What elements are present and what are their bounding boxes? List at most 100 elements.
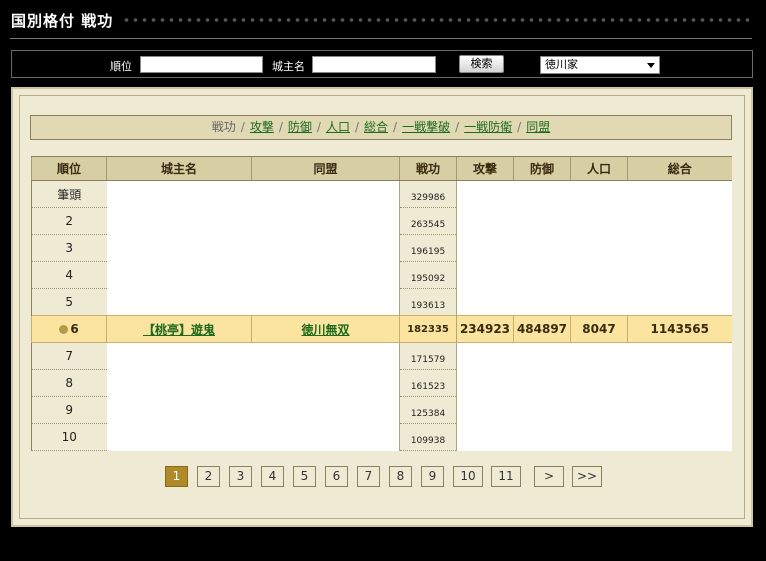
table-row: 2 263545 <box>31 207 732 235</box>
page-2-button[interactable]: 2 <box>197 466 220 487</box>
alliance-cell <box>251 369 400 397</box>
war-merit-cell: 109938 <box>399 423 457 451</box>
attack-cell <box>456 369 514 397</box>
defense-cell <box>513 234 571 262</box>
column-header-lord-name: 城主名 <box>106 156 252 181</box>
defense-cell <box>513 288 571 316</box>
attack-cell: 234923 <box>456 315 514 343</box>
category-tabs: 戦功 / 攻撃 / 防御 / 人口 / 総合 / 一戦撃破 / 一戦防衛 / 同盟 <box>30 115 732 140</box>
war-merit-cell: 182335 <box>399 315 457 343</box>
attack-cell <box>456 288 514 316</box>
lord-name-link[interactable]: 【桃亭】遊鬼 <box>143 323 215 337</box>
column-header-alliance: 同盟 <box>251 156 400 181</box>
page-9-button[interactable]: 9 <box>421 466 444 487</box>
table-row: 5 193613 <box>31 288 732 316</box>
tab-single-battle-defeat[interactable]: 一戦撃破 <box>402 120 450 134</box>
population-cell <box>570 207 628 235</box>
attack-cell <box>456 342 514 370</box>
lord-name-input[interactable] <box>312 56 436 73</box>
last-page-button[interactable]: >> <box>572 466 602 487</box>
attack-cell <box>456 234 514 262</box>
defense-cell <box>513 261 571 289</box>
rank-input[interactable] <box>140 56 263 73</box>
medal-icon <box>59 325 69 334</box>
lord-name-cell <box>106 369 252 397</box>
alliance-cell <box>251 261 400 289</box>
page-8-button[interactable]: 8 <box>389 466 412 487</box>
tab-alliance[interactable]: 同盟 <box>526 120 550 134</box>
lord-name-cell <box>106 234 252 262</box>
title-decoration <box>122 17 750 23</box>
page-11-button[interactable]: 11 <box>491 466 521 487</box>
tab-separator: / <box>354 120 360 134</box>
page-4-button[interactable]: 4 <box>261 466 284 487</box>
column-header-rank: 順位 <box>31 156 107 181</box>
alliance-cell <box>251 342 400 370</box>
page-3-button[interactable]: 3 <box>229 466 252 487</box>
war-merit-cell: 263545 <box>399 207 457 235</box>
lord-name-cell: 【桃亭】遊鬼 <box>106 315 252 343</box>
tab-attack[interactable]: 攻撃 <box>250 120 274 134</box>
table-row: 10 109938 <box>31 423 732 451</box>
alliance-cell <box>251 180 400 208</box>
page-10-button[interactable]: 10 <box>453 466 483 487</box>
column-header-attack: 攻撃 <box>456 156 514 181</box>
war-merit-cell: 125384 <box>399 396 457 424</box>
tab-population[interactable]: 人口 <box>326 120 350 134</box>
war-merit-cell: 329986 <box>399 180 457 208</box>
total-cell <box>627 207 732 235</box>
tab-total[interactable]: 総合 <box>364 120 388 134</box>
alliance-cell <box>251 396 400 424</box>
house-select-value: 徳川家 <box>545 58 578 71</box>
page-6-button[interactable]: 6 <box>325 466 348 487</box>
page-title: 国別格付 戦功 <box>11 12 114 30</box>
tab-single-battle-defense[interactable]: 一戦防衛 <box>464 120 512 134</box>
search-button[interactable]: 検索 <box>459 55 504 73</box>
search-bar: 順位 城主名 検索 徳川家 <box>11 50 753 78</box>
attack-cell <box>456 207 514 235</box>
table-row: 6 【桃亭】遊鬼 徳川無双 182335 234923 484897 8047 1143565 <box>31 315 732 343</box>
population-cell: 8047 <box>570 315 628 343</box>
rank-cell: 10 <box>31 423 107 451</box>
page-5-button[interactable]: 5 <box>293 466 316 487</box>
next-page-button[interactable]: > <box>534 466 564 487</box>
alliance-cell <box>251 288 400 316</box>
lord-name-cell <box>106 396 252 424</box>
title-divider <box>10 38 752 39</box>
page-7-button[interactable]: 7 <box>357 466 380 487</box>
rank-cell: 9 <box>31 396 107 424</box>
chevron-down-icon <box>647 63 655 68</box>
table-row: 3 196195 <box>31 234 732 262</box>
lord-name-cell <box>106 207 252 235</box>
population-cell <box>570 342 628 370</box>
lord-name-cell <box>106 261 252 289</box>
defense-cell: 484897 <box>513 315 571 343</box>
tab-separator: / <box>278 120 283 134</box>
lord-name-cell <box>106 342 252 370</box>
total-cell <box>627 396 732 424</box>
lord-name-cell <box>106 180 252 208</box>
attack-cell <box>456 423 514 451</box>
alliance-link[interactable]: 徳川無双 <box>301 323 349 337</box>
lord-name-label: 城主名 <box>272 60 305 73</box>
table-row: 筆頭 329986 <box>31 180 732 208</box>
column-header-defense: 防御 <box>513 156 571 181</box>
tab-separator: / <box>393 120 398 134</box>
page-1-button[interactable]: 1 <box>165 466 188 487</box>
defense-cell <box>513 342 571 370</box>
total-cell: 1143565 <box>627 315 732 343</box>
rank-cell: 5 <box>31 288 107 316</box>
rank-cell: 7 <box>31 342 107 370</box>
table-row: 7 171579 <box>31 342 732 370</box>
table-row: 4 195092 <box>31 261 732 289</box>
tab-defense[interactable]: 防御 <box>288 120 312 134</box>
total-cell <box>627 423 732 451</box>
defense-cell <box>513 180 571 208</box>
rank-cell: 4 <box>31 261 107 289</box>
rank-label: 順位 <box>110 60 132 73</box>
tab-separator: / <box>455 120 460 134</box>
alliance-cell <box>251 423 400 451</box>
total-cell <box>627 369 732 397</box>
rank-cell: 6 <box>31 315 107 343</box>
house-select[interactable]: 徳川家 <box>540 56 660 74</box>
